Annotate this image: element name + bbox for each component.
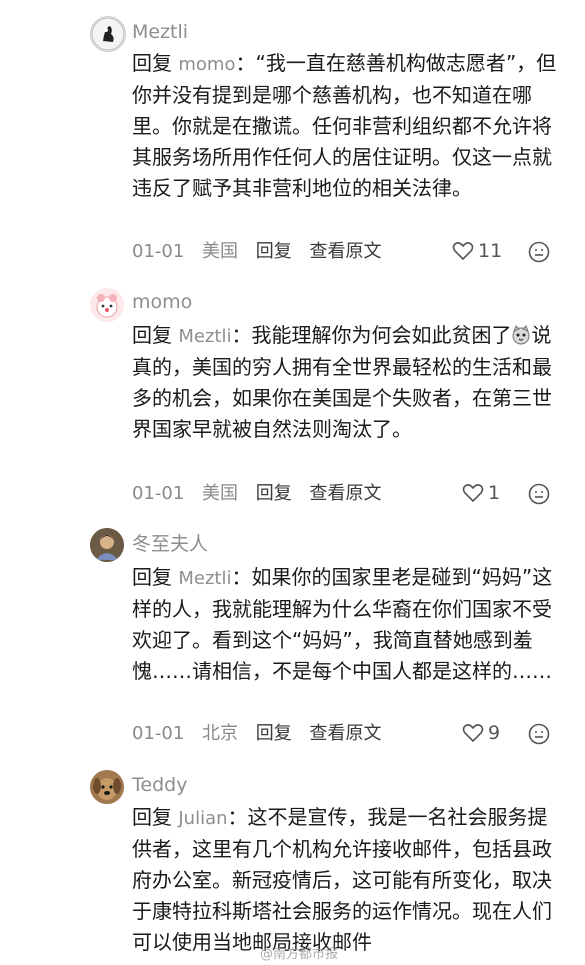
reply-button[interactable]: 回复 [256, 241, 292, 262]
view-original-button[interactable]: 查看原文 [310, 723, 382, 744]
comment-text: 回复 momo：“我一直在慈善机构做志愿者”，但你并没有提到是哪个慈善机构，也不… [132, 48, 562, 204]
view-original-button[interactable]: 查看原文 [310, 483, 382, 504]
reply-target-username[interactable]: momo [178, 54, 235, 75]
heart-outline-icon [462, 484, 484, 503]
comment-location: 美国 [202, 483, 239, 504]
reply-separator: ： [231, 565, 252, 589]
reply-button[interactable]: 回复 [256, 723, 292, 744]
cat-face-emoji-icon [512, 325, 530, 345]
heart-outline-icon [452, 242, 474, 261]
comment-meta: 01-01 美国 回复 查看原文 [132, 240, 394, 264]
reply-label: 回复 [132, 565, 172, 589]
avatar[interactable] [90, 16, 126, 52]
watermark: @南方都市报 [260, 947, 339, 962]
reply-label: 回复 [132, 805, 172, 829]
reply-separator: ： [227, 805, 248, 829]
comment-meta: 01-01 美国 回复 查看原文 [132, 482, 394, 506]
avatar[interactable] [90, 528, 124, 562]
smiley-face-icon [528, 483, 550, 505]
reply-target-username[interactable]: Julian [178, 808, 227, 829]
username[interactable]: Teddy [132, 773, 187, 797]
comment-location: 美国 [202, 241, 239, 262]
reply-target-username[interactable]: Meztli [178, 568, 231, 589]
smiley-face-icon [528, 241, 550, 263]
heart-outline-icon [462, 724, 484, 743]
comment-date: 01-01 [132, 723, 185, 744]
like-count: 9 [488, 722, 501, 744]
username[interactable]: 冬至夫人 [132, 532, 208, 556]
username[interactable]: Meztli [132, 20, 188, 44]
reply-label: 回复 [132, 51, 172, 75]
emoji-reaction-button[interactable] [528, 483, 550, 509]
comment-text: 回复 Meztli：我能理解你为何会如此贫困了 说真的，美国的穷人拥有全世界最轻… [132, 320, 562, 445]
reply-button[interactable]: 回复 [256, 483, 292, 504]
avatar[interactable] [90, 770, 124, 804]
comment-content: 我能理解你为何会如此贫困了 [251, 323, 512, 347]
reply-target-username[interactable]: Meztli [178, 326, 231, 347]
reply-label: 回复 [132, 323, 172, 347]
like-button[interactable]: 1 [462, 482, 500, 504]
avatar[interactable] [90, 288, 124, 322]
smiley-face-icon [528, 723, 550, 745]
username[interactable]: momo [132, 290, 192, 314]
comment-meta: 01-01 北京 回复 查看原文 [132, 722, 394, 746]
comment-text: 回复 Julian：这不是宣传，我是一名社会服务提供者，这里有几个机构允许接收邮… [132, 802, 562, 965]
comment-text: 回复 Meztli：如果你的国家里老是碰到“妈妈”这样的人，我就能理解为什么华裔… [132, 562, 562, 687]
comment-date: 01-01 [132, 241, 185, 262]
like-button[interactable]: 9 [462, 722, 500, 744]
view-original-button[interactable]: 查看原文 [310, 241, 382, 262]
like-count: 11 [478, 240, 503, 262]
reply-separator: ： [235, 51, 256, 75]
comment-date: 01-01 [132, 483, 185, 504]
comment-location: 北京 [202, 723, 239, 744]
like-count: 1 [488, 482, 501, 504]
emoji-reaction-button[interactable] [528, 241, 550, 267]
reply-separator: ： [231, 323, 252, 347]
like-button[interactable]: 11 [452, 240, 502, 262]
emoji-reaction-button[interactable] [528, 723, 550, 749]
